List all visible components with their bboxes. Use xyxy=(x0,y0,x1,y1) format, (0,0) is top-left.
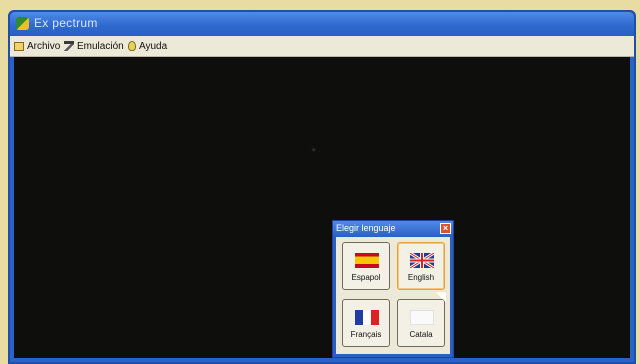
flag-catalonia-icon xyxy=(410,310,434,325)
title-bar[interactable]: Ex pectrum xyxy=(10,12,634,36)
emulator-window: Ex pectrum Archivo Emulación Ayuda ✦ Ele… xyxy=(8,10,636,364)
language-label: Français xyxy=(350,330,382,339)
menu-ayuda-label: Ayuda xyxy=(139,40,168,52)
menu-archivo-label: Archivo xyxy=(27,40,61,52)
menu-bar: Archivo Emulación Ayuda xyxy=(10,36,634,57)
language-button-espanol[interactable]: Espapol xyxy=(342,242,390,290)
hammer-icon xyxy=(64,41,74,51)
close-icon[interactable]: × xyxy=(440,223,451,234)
flag-spain-icon xyxy=(355,253,379,268)
language-label: Catala xyxy=(409,330,433,339)
emulator-screen[interactable]: ✦ xyxy=(14,57,630,358)
folder-icon xyxy=(14,41,24,51)
language-label: Espapol xyxy=(351,273,381,282)
screen-cursor-icon: ✦ xyxy=(310,145,318,155)
dialog-body: Espapol English Français Catala xyxy=(336,237,450,354)
app-icon xyxy=(16,17,29,30)
flag-uk-icon xyxy=(410,253,434,268)
window-title: Ex pectrum xyxy=(34,16,98,30)
menu-ayuda[interactable]: Ayuda xyxy=(128,39,167,53)
language-label: English xyxy=(407,273,435,282)
flag-france-icon xyxy=(355,310,379,325)
menu-emulacion-label: Emulación xyxy=(77,40,124,52)
language-button-catala[interactable]: Catala xyxy=(397,299,445,347)
menu-emulacion[interactable]: Emulación xyxy=(64,39,124,53)
language-button-english[interactable]: English xyxy=(397,242,445,290)
menu-archivo[interactable]: Archivo xyxy=(14,39,60,53)
help-icon xyxy=(128,41,136,51)
dialog-title: Elegir lenguaje xyxy=(333,221,453,236)
language-dialog: Elegir lenguaje × Espapol English França… xyxy=(332,220,454,358)
language-button-francais[interactable]: Français xyxy=(342,299,390,347)
